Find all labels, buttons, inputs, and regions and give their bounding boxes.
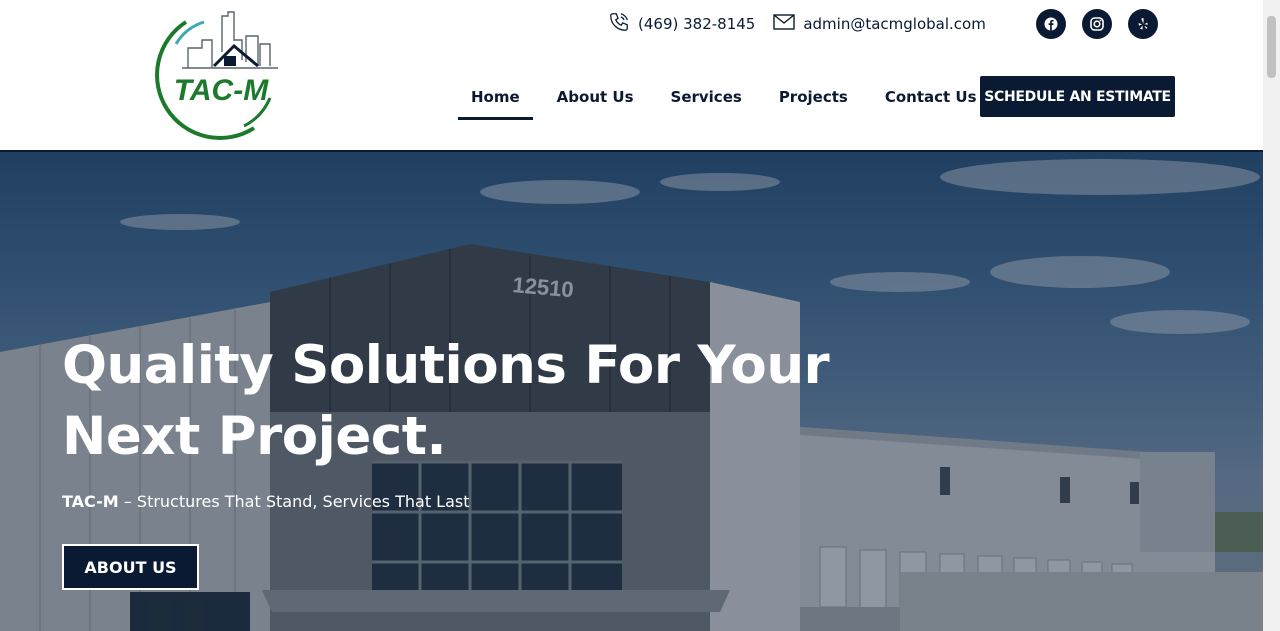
about-us-button[interactable]: ABOUT US (62, 544, 199, 590)
phone-icon (608, 11, 638, 37)
hero-title-line2: Next Project. (62, 406, 447, 467)
hero-subtitle-brand: TAC-M (62, 492, 119, 511)
instagram-icon[interactable] (1082, 9, 1112, 39)
nav-home[interactable]: Home (458, 76, 533, 120)
nav-services[interactable]: Services (658, 76, 755, 118)
hero-section: 12510 Quality Solutions For Your Next Pr… (0, 152, 1263, 631)
nav-contact-us[interactable]: Contact Us (872, 76, 990, 118)
tacm-logo[interactable]: TAC-M (142, 10, 300, 142)
main-nav: Home About Us Services Projects Contact … (458, 76, 1001, 120)
phone-link[interactable]: (469) 382-8145 (608, 11, 755, 37)
hero-title: Quality Solutions For Your Next Project. (62, 330, 842, 472)
scrollbar-thumb[interactable] (1267, 16, 1276, 78)
nav-about-us[interactable]: About Us (544, 76, 647, 118)
yelp-icon[interactable] (1128, 9, 1158, 39)
contact-bar: (469) 382-8145 admin@tacmglobal.com (608, 11, 1004, 37)
social-links (1036, 9, 1174, 39)
hero-title-line1: Quality Solutions For Your (62, 335, 830, 396)
schedule-estimate-button[interactable]: SCHEDULE AN ESTIMATE (980, 76, 1175, 117)
email-link[interactable]: admin@tacmglobal.com (773, 14, 986, 34)
phone-number: (469) 382-8145 (638, 15, 756, 33)
hero-subtitle: TAC-M – Structures That Stand, Services … (62, 492, 470, 511)
hero-subtitle-text: – Structures That Stand, Services That L… (118, 492, 470, 511)
logo-text: TAC-M (174, 74, 269, 107)
email-address: admin@tacmglobal.com (803, 15, 986, 33)
envelope-icon (773, 14, 803, 34)
facebook-icon[interactable] (1036, 9, 1066, 39)
site-header: TAC-M (469) 382-8145 admin@tacmglobal.co… (0, 0, 1263, 152)
nav-projects[interactable]: Projects (766, 76, 861, 118)
page-scrollbar[interactable] (1263, 0, 1280, 631)
